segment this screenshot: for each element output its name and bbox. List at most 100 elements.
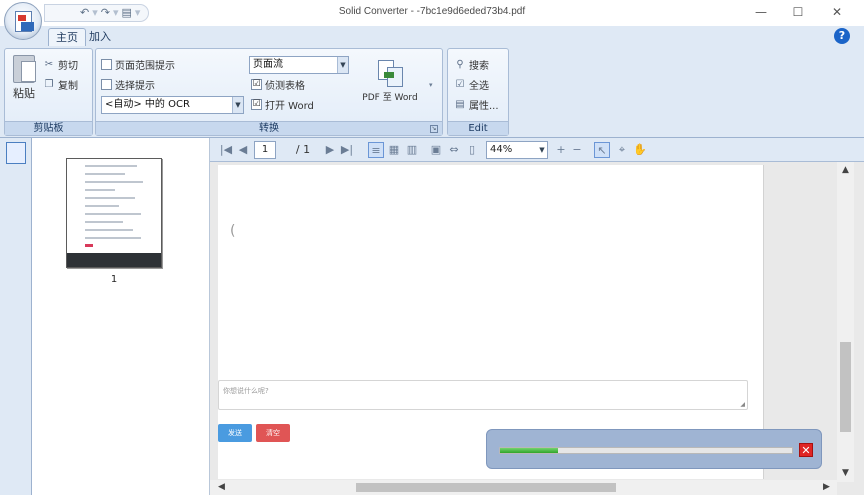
help-icon[interactable]: ? [834, 28, 850, 44]
tab-add[interactable]: 加入 [82, 28, 118, 46]
vertical-scroll-thumb[interactable] [840, 342, 851, 432]
group-convert: 页面范围提示 选择提示 <自动> 中的 OCR ▼ 页面流 ▼ ☑ 侦测表格 ☑… [95, 48, 443, 136]
page-thumbnail[interactable] [66, 158, 162, 268]
page-text: ( [230, 223, 236, 239]
group-label-edit: Edit [448, 121, 508, 135]
copy-label: 复制 [58, 81, 78, 92]
zoom-select[interactable]: 44% ▼ [486, 141, 548, 159]
detect-tables-label: 侦测表格 [265, 81, 305, 92]
scroll-down-icon[interactable]: ▼ [837, 465, 854, 482]
progress-fill [500, 448, 559, 453]
chevron-down-icon: ▼ [337, 57, 348, 73]
fit-width-icon[interactable]: ⇔ [446, 142, 462, 158]
horizontal-scroll-thumb[interactable] [356, 483, 616, 492]
ribbon: 粘贴 ✂ 剪切 ❐ 复制 剪贴板 页面范围提示 选择提示 <自动> 中的 OCR… [0, 46, 864, 138]
checkbox-checked-icon: ☑ [251, 99, 262, 110]
detect-tables-checkbox[interactable]: ☑ 侦测表格 [251, 77, 305, 92]
open-word-label: 打开 Word [265, 101, 314, 112]
layout-mode-select[interactable]: 页面流 ▼ [249, 56, 349, 74]
chevron-down-icon: ▼ [232, 97, 243, 113]
page-number-input[interactable]: 1 [254, 141, 276, 159]
message-input[interactable]: 你想说什么呢? ◢ [218, 380, 748, 410]
pages-panel-icon[interactable] [6, 142, 26, 164]
search-label: 搜索 [469, 61, 489, 72]
ribbon-tabs: 主页 加入 ? [0, 26, 864, 46]
page-total: / 1 [295, 143, 311, 156]
window-title: Solid Converter - -7bc1e9d6eded73b4.pdf [338, 6, 526, 17]
app-window: ↶ ▾ ↷ ▾ ▤ ▾ Solid Converter - -7bc1e9d6e… [0, 0, 864, 495]
search-button[interactable]: ⚲ 搜索 [454, 57, 489, 73]
binoculars-icon: ⚲ [456, 58, 464, 70]
conversion-progress-popup: ✕ [486, 429, 822, 469]
checkbox-checked-icon: ☑ [251, 79, 262, 90]
pdf-to-word-label: PDF 至 Word [362, 93, 418, 103]
ocr-language-select[interactable]: <自动> 中的 OCR ▼ [101, 96, 244, 114]
vertical-scrollbar[interactable]: ▲ ▼ [837, 162, 854, 482]
group-edit: ⚲ 搜索 ☑ 全选 ▤ 属性... Edit [447, 48, 509, 136]
maximize-button[interactable]: ☐ [781, 0, 815, 24]
title-bar: ↶ ▾ ↷ ▾ ▤ ▾ Solid Converter - -7bc1e9d6e… [0, 0, 864, 26]
prev-page-icon[interactable]: ◀ [236, 142, 250, 158]
properties-button[interactable]: ▤ 属性... [454, 97, 499, 113]
select-all-button[interactable]: ☑ 全选 [454, 77, 489, 93]
checkbox-icon [101, 59, 112, 70]
continuous-view-icon[interactable]: ▦ [386, 142, 402, 158]
select-hint-checkbox[interactable]: 选择提示 [101, 77, 155, 92]
chevron-down-icon: ▼ [539, 146, 545, 154]
last-page-icon[interactable]: ▶| [338, 142, 356, 158]
scissors-icon: ✂ [44, 58, 54, 70]
next-page-icon[interactable]: ▶ [323, 142, 337, 158]
paste-icon [13, 55, 36, 83]
select-tool-icon[interactable]: ↖ [594, 142, 610, 158]
cancel-conversion-icon[interactable]: ✕ [799, 443, 813, 457]
zoom-in-icon[interactable]: + [554, 142, 568, 158]
group-clipboard: 粘贴 ✂ 剪切 ❐ 复制 剪贴板 [4, 48, 93, 136]
hand-tool-icon[interactable]: ✋ [632, 142, 648, 158]
page-range-hint-checkbox[interactable]: 页面范围提示 [101, 57, 175, 72]
dialog-launcher-icon[interactable]: ↘ [430, 125, 438, 133]
copy-icon: ❐ [44, 78, 54, 90]
convert-document-icon [375, 57, 405, 89]
cut-label: 剪切 [58, 61, 78, 72]
scroll-up-icon[interactable]: ▲ [837, 162, 854, 179]
send-button[interactable]: 发送 [218, 424, 252, 442]
ocr-language-value: <自动> 中的 OCR [105, 99, 190, 110]
open-word-checkbox[interactable]: ☑ 打开 Word [251, 97, 314, 112]
clear-button[interactable]: 清空 [256, 424, 290, 442]
select-all-label: 全选 [469, 81, 489, 92]
group-label-convert: 转换 [96, 121, 442, 135]
pdf-to-word-button[interactable]: PDF 至 Word [354, 57, 426, 103]
scroll-left-icon[interactable]: ◀ [218, 480, 230, 495]
select-all-icon: ☑ [455, 78, 465, 90]
single-page-view-icon[interactable]: ≡ [368, 142, 384, 158]
actual-size-icon[interactable]: ▯ [464, 142, 480, 158]
progress-bar [499, 447, 793, 454]
zoom-out-icon[interactable]: − [570, 142, 584, 158]
cut-button[interactable]: ✂ 剪切 [43, 57, 78, 73]
message-placeholder: 你想说什么呢? [223, 387, 269, 395]
snapshot-tool-icon[interactable]: ⌖ [614, 142, 630, 158]
minimize-button[interactable]: — [744, 0, 778, 24]
horizontal-scrollbar[interactable]: ◀ ▶ [210, 480, 837, 495]
first-page-icon[interactable]: |◀ [218, 142, 234, 158]
select-hint-label: 选择提示 [115, 81, 155, 92]
properties-label: 属性... [469, 101, 499, 112]
chevron-down-icon[interactable]: ▾ [429, 81, 433, 89]
zoom-value: 44% [490, 144, 513, 155]
group-label-clipboard: 剪贴板 [5, 121, 92, 135]
app-logo-icon [15, 11, 34, 32]
properties-icon: ▤ [455, 98, 465, 110]
tab-home[interactable]: 主页 [48, 28, 86, 46]
paste-label: 粘贴 [13, 87, 35, 100]
fit-page-icon[interactable]: ▣ [428, 142, 444, 158]
layout-mode-value: 页面流 [253, 59, 283, 70]
close-button[interactable]: ✕ [820, 0, 854, 24]
paste-button[interactable]: 粘贴 [9, 55, 39, 101]
facing-view-icon[interactable]: ▥ [404, 142, 420, 158]
scroll-right-icon[interactable]: ▶ [823, 480, 837, 495]
application-menu-button[interactable] [4, 2, 42, 40]
side-panel-rail [0, 138, 32, 495]
copy-button[interactable]: ❐ 复制 [43, 77, 78, 93]
viewer-toolbar: |◀ ◀ 1 / 1 ▶ ▶| ≡ ▦ ▥ ▣ ⇔ ▯ 44% ▼ + − ↖ … [210, 138, 864, 162]
resize-handle-icon: ◢ [740, 401, 745, 408]
